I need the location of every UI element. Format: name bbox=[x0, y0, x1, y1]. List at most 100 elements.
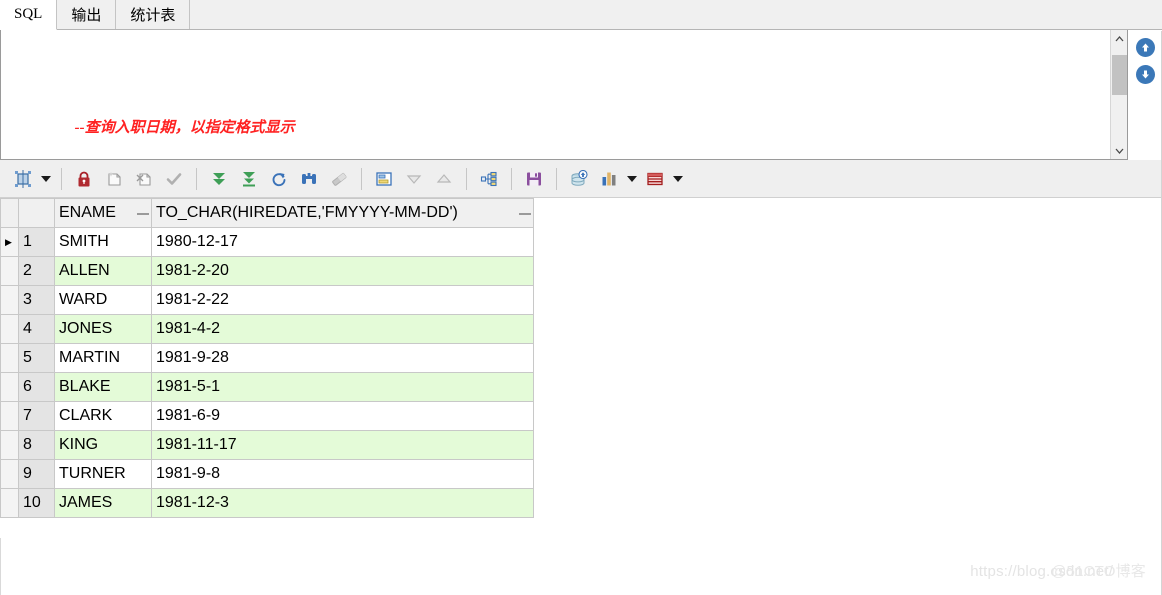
row-number-cell[interactable]: 4 bbox=[18, 314, 55, 344]
row-number-cell[interactable]: 3 bbox=[18, 285, 55, 315]
save-button[interactable] bbox=[519, 164, 549, 194]
lock-button[interactable] bbox=[69, 164, 99, 194]
next-statement-button[interactable] bbox=[1135, 65, 1155, 84]
row-number-cell[interactable]: 10 bbox=[18, 488, 55, 518]
results-grid-header: ENAME TO_CHAR(HIREDATE,'FMYYYY-MM-DD') bbox=[0, 198, 534, 228]
results-grid-container[interactable]: ENAME TO_CHAR(HIREDATE,'FMYYYY-MM-DD') ▶… bbox=[0, 198, 1162, 518]
row-number-cell[interactable]: 8 bbox=[18, 430, 55, 460]
new-sheet-button[interactable] bbox=[99, 164, 129, 194]
table-row[interactable]: 3 WARD 1981-2-22 bbox=[0, 285, 534, 315]
row-number-cell[interactable]: 6 bbox=[18, 372, 55, 402]
object-browser-button[interactable] bbox=[8, 164, 38, 194]
cell-hiredate[interactable]: 1981-12-3 bbox=[151, 488, 534, 518]
table-row[interactable]: 10 JAMES 1981-12-3 bbox=[0, 488, 534, 518]
table-row[interactable]: 9 TURNER 1981-9-8 bbox=[0, 459, 534, 489]
fetch-next-page-button[interactable] bbox=[204, 164, 234, 194]
chart-dropdown[interactable] bbox=[624, 164, 640, 194]
cell-ename[interactable]: KING bbox=[54, 430, 152, 460]
current-row-marker[interactable]: ▶ bbox=[0, 227, 19, 257]
triangle-up-icon bbox=[436, 173, 452, 183]
eraser-icon bbox=[332, 172, 347, 186]
arrow-down-icon bbox=[1141, 70, 1149, 79]
cell-ename[interactable]: BLAKE bbox=[54, 372, 152, 402]
previous-statement-button[interactable] bbox=[1135, 38, 1155, 57]
cell-ename[interactable]: CLARK bbox=[54, 401, 152, 431]
tab-statistics[interactable]: 统计表 bbox=[116, 0, 191, 29]
eraser-button[interactable] bbox=[324, 164, 354, 194]
cell-ename[interactable]: TURNER bbox=[54, 459, 152, 489]
commit-button[interactable] bbox=[159, 164, 189, 194]
editor-vertical-scrollbar[interactable] bbox=[1110, 30, 1127, 159]
scrollbar-track[interactable] bbox=[1110, 47, 1127, 142]
sql-editor[interactable]: --查询入职日期，以指定格式显示 select ename, to_char(h… bbox=[0, 30, 1128, 160]
export-data-button[interactable] bbox=[564, 164, 594, 194]
cell-hiredate[interactable]: 1981-9-8 bbox=[151, 459, 534, 489]
row-marker-cell[interactable] bbox=[0, 343, 19, 373]
tab-bar: SQL 输出 统计表 bbox=[0, 0, 1162, 30]
row-number-cell[interactable]: 2 bbox=[18, 256, 55, 286]
table-row[interactable]: 4 JONES 1981-4-2 bbox=[0, 314, 534, 344]
row-marker-cell[interactable] bbox=[0, 488, 19, 518]
cell-ename[interactable]: WARD bbox=[54, 285, 152, 315]
row-marker-cell[interactable] bbox=[0, 401, 19, 431]
single-record-view-button[interactable] bbox=[369, 164, 399, 194]
tab-output[interactable]: 输出 bbox=[57, 0, 117, 29]
results-grid-body: ▶ 1 SMITH 1980-12-17 2 ALLEN 1981-2-20 3 WARD 198… bbox=[0, 227, 534, 518]
table-row[interactable]: 5 MARTIN 1981-9-28 bbox=[0, 343, 534, 373]
row-marker-cell[interactable] bbox=[0, 285, 19, 315]
cell-ename[interactable]: JAMES bbox=[54, 488, 152, 518]
column-header-tochar[interactable]: TO_CHAR(HIREDATE,'FMYYYY-MM-DD') bbox=[151, 198, 534, 228]
scroll-up-button[interactable] bbox=[1110, 30, 1127, 47]
clear-sheet-button[interactable] bbox=[129, 164, 159, 194]
row-marker-cell[interactable] bbox=[0, 372, 19, 402]
refresh-button[interactable] bbox=[264, 164, 294, 194]
cell-hiredate[interactable]: 1981-5-1 bbox=[151, 372, 534, 402]
cell-hiredate[interactable]: 1981-9-28 bbox=[151, 343, 534, 373]
row-marker-cell[interactable] bbox=[0, 430, 19, 460]
cell-ename[interactable]: MARTIN bbox=[54, 343, 152, 373]
cell-hiredate[interactable]: 1981-11-17 bbox=[151, 430, 534, 460]
grid-button[interactable] bbox=[640, 164, 670, 194]
sql-code-area[interactable]: --查询入职日期，以指定格式显示 select ename, to_char(h… bbox=[1, 30, 1110, 159]
scrollbar-thumb[interactable] bbox=[1111, 55, 1127, 95]
left-border-rule bbox=[0, 538, 1, 595]
cell-ename[interactable]: ALLEN bbox=[54, 256, 152, 286]
column-resize-handle-ename[interactable] bbox=[137, 213, 149, 215]
row-number-cell[interactable]: 1 bbox=[18, 227, 55, 257]
explain-plan-button[interactable] bbox=[474, 164, 504, 194]
row-marker-cell[interactable] bbox=[0, 459, 19, 489]
table-row[interactable]: 2 ALLEN 1981-2-20 bbox=[0, 256, 534, 286]
table-row[interactable]: ▶ 1 SMITH 1980-12-17 bbox=[0, 227, 534, 257]
chart-button[interactable] bbox=[594, 164, 624, 194]
table-row[interactable]: 6 BLAKE 1981-5-1 bbox=[0, 372, 534, 402]
move-up-button[interactable] bbox=[429, 164, 459, 194]
table-row[interactable]: 7 CLARK 1981-6-9 bbox=[0, 401, 534, 431]
column-header-tochar-label: TO_CHAR(HIREDATE,'FMYYYY-MM-DD') bbox=[156, 204, 458, 221]
chevron-down-icon bbox=[41, 175, 51, 182]
grid-dropdown[interactable] bbox=[670, 164, 686, 194]
column-resize-handle-tochar[interactable] bbox=[519, 213, 531, 215]
row-number-cell[interactable]: 9 bbox=[18, 459, 55, 489]
table-row[interactable]: 8 KING 1981-11-17 bbox=[0, 430, 534, 460]
find-button[interactable] bbox=[294, 164, 324, 194]
object-browser-dropdown[interactable] bbox=[38, 164, 54, 194]
code-line-comment-1: --查询入职日期，以指定格式显示 bbox=[5, 97, 1110, 136]
column-header-ename-label: ENAME bbox=[59, 204, 116, 221]
cell-hiredate[interactable]: 1981-2-22 bbox=[151, 285, 534, 315]
cell-ename[interactable]: SMITH bbox=[54, 227, 152, 257]
row-marker-cell[interactable] bbox=[0, 256, 19, 286]
cell-hiredate[interactable]: 1981-4-2 bbox=[151, 314, 534, 344]
scroll-down-button[interactable] bbox=[1110, 142, 1127, 159]
move-down-button[interactable] bbox=[399, 164, 429, 194]
cell-ename[interactable]: JONES bbox=[54, 314, 152, 344]
cell-hiredate[interactable]: 1981-2-20 bbox=[151, 256, 534, 286]
tab-sql[interactable]: SQL bbox=[0, 0, 58, 30]
grid-table-icon bbox=[647, 172, 663, 185]
cell-hiredate[interactable]: 1980-12-17 bbox=[151, 227, 534, 257]
row-marker-cell[interactable] bbox=[0, 314, 19, 344]
row-number-cell[interactable]: 5 bbox=[18, 343, 55, 373]
column-header-ename[interactable]: ENAME bbox=[54, 198, 152, 228]
cell-hiredate[interactable]: 1981-6-9 bbox=[151, 401, 534, 431]
row-number-cell[interactable]: 7 bbox=[18, 401, 55, 431]
fetch-all-rows-button[interactable] bbox=[234, 164, 264, 194]
